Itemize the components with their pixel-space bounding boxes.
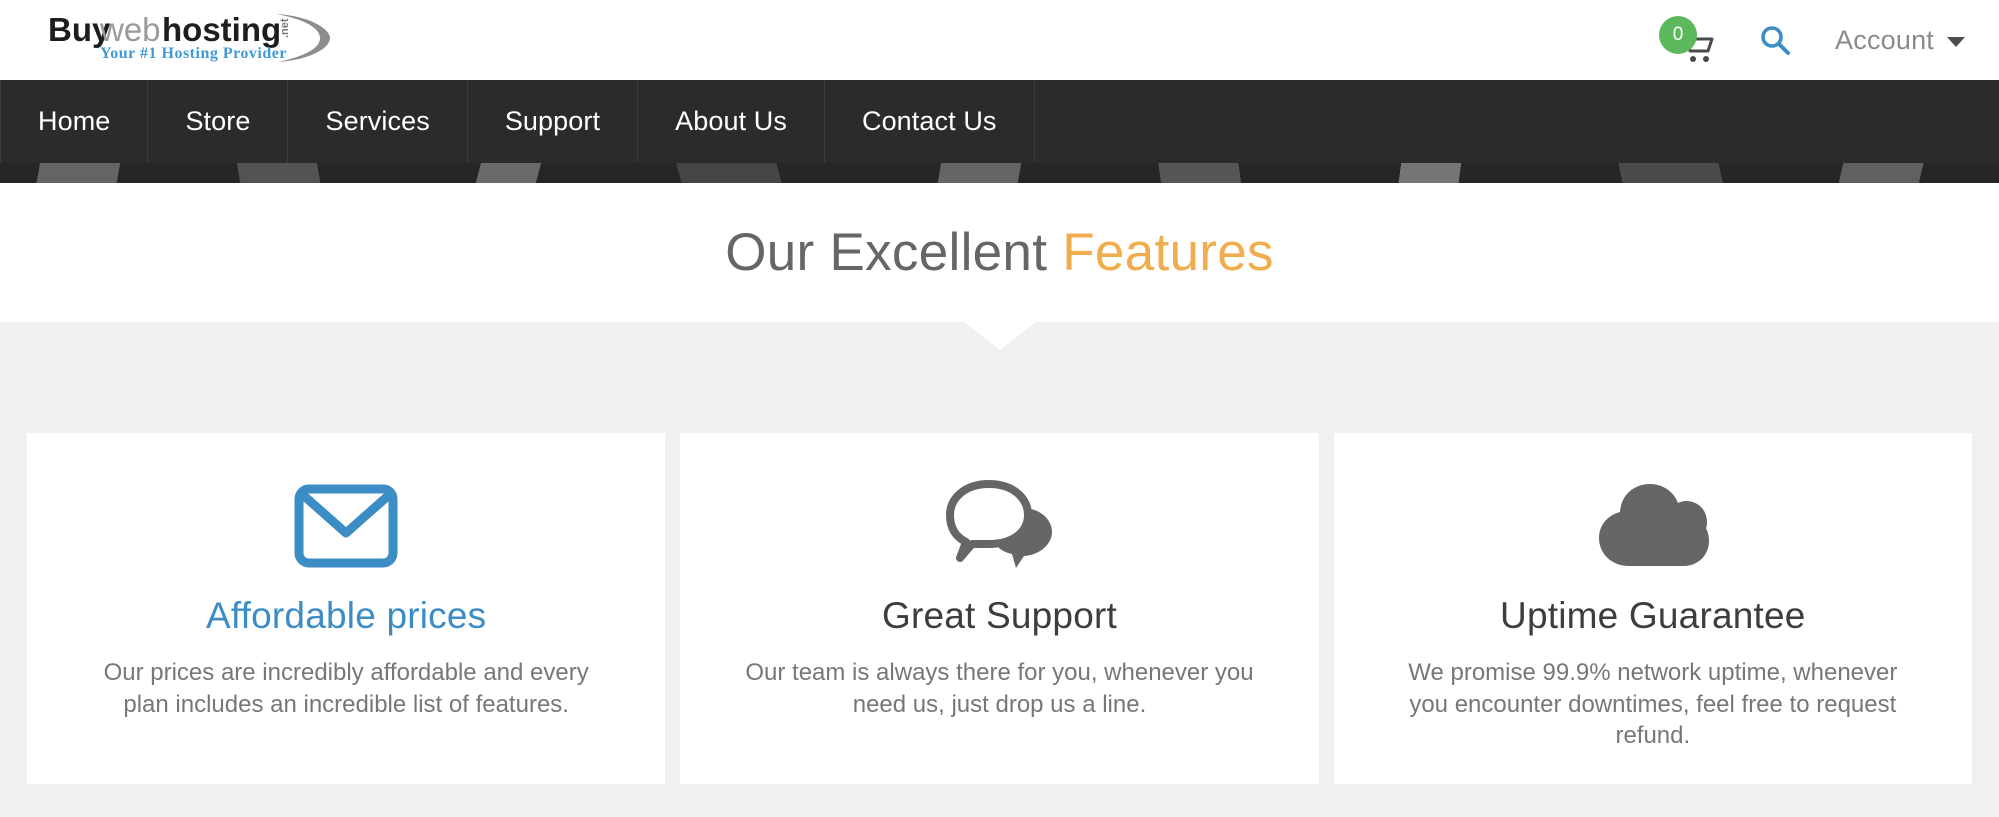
feature-cards: Affordable prices Our prices are incredi… <box>27 433 1972 784</box>
search-icon <box>1761 26 1791 55</box>
nav-item-home[interactable]: Home <box>0 80 149 163</box>
account-menu-button[interactable]: Account <box>1829 21 1971 60</box>
feature-card-description: Our prices are incredibly affordable and… <box>103 659 589 718</box>
nav-item-contact-us[interactable]: Contact Us <box>825 80 1035 163</box>
cart-count-badge: 0 <box>1659 16 1698 54</box>
page-title: Our Excellent Features <box>725 222 1274 283</box>
logo-svg: Buy web hosting .net Your #1 Hosting Pro… <box>48 11 330 62</box>
feature-card-uptime-guarantee[interactable]: Uptime Guarantee We promise 99.9% networ… <box>1333 433 1972 784</box>
feature-card-great-support[interactable]: Great Support Our team is always there f… <box>680 433 1319 784</box>
hero-banner-sliver <box>0 163 1999 183</box>
page-title-accent: Features <box>1062 223 1274 282</box>
logo-tld: .net <box>279 18 291 38</box>
main-navigation: Home Store Services Support About Us Con… <box>0 80 1999 183</box>
features-section: Affordable prices Our prices are incredi… <box>0 322 1999 817</box>
chevron-down-icon <box>1947 37 1965 47</box>
logo-tagline: Your #1 Hosting Provider <box>100 45 287 62</box>
nav-list: Home Store Services Support About Us Con… <box>0 80 1999 163</box>
nav-item-store[interactable]: Store <box>148 80 289 163</box>
feature-card-icon-wrap <box>1595 471 1711 581</box>
buywebhosting-logo[interactable]: Buy web hosting .net Your #1 Hosting Pro… <box>44 8 344 66</box>
feature-card-title: Affordable prices <box>205 595 487 636</box>
account-label: Account <box>1835 24 1934 55</box>
feature-card-description: We promise 99.9% network uptime, wheneve… <box>1408 659 1898 750</box>
cloud-icon <box>1598 484 1709 566</box>
feature-card-title: Uptime Guarantee <box>1500 595 1806 636</box>
logo-word-hosting: hosting <box>162 11 281 48</box>
cart-button[interactable]: 0 <box>1659 14 1721 66</box>
nav-item-about-us[interactable]: About Us <box>638 80 825 163</box>
feature-card-title: Great Support <box>881 595 1117 636</box>
feature-card-description: Our team is always there for you, whenev… <box>745 659 1254 718</box>
speech-bubbles-icon <box>946 480 1053 568</box>
site-header: Buy web hosting .net Your #1 Hosting Pro… <box>0 0 1999 80</box>
feature-card-icon-wrap <box>294 471 398 581</box>
logo-word-web: web <box>99 11 161 48</box>
feature-card-affordable-prices[interactable]: Affordable prices Our prices are incredi… <box>27 433 666 784</box>
features-title-section: Our Excellent Features <box>0 183 1999 322</box>
nav-item-support[interactable]: Support <box>468 80 639 163</box>
nav-item-services[interactable]: Services <box>288 80 468 163</box>
feature-card-icon-wrap <box>944 471 1054 581</box>
search-button[interactable] <box>1755 20 1795 60</box>
section-notch-triangle <box>963 322 1036 350</box>
page-title-plain: Our Excellent <box>725 223 1063 282</box>
header-actions: 0 Account <box>1659 0 1971 80</box>
envelope-icon <box>294 484 398 568</box>
